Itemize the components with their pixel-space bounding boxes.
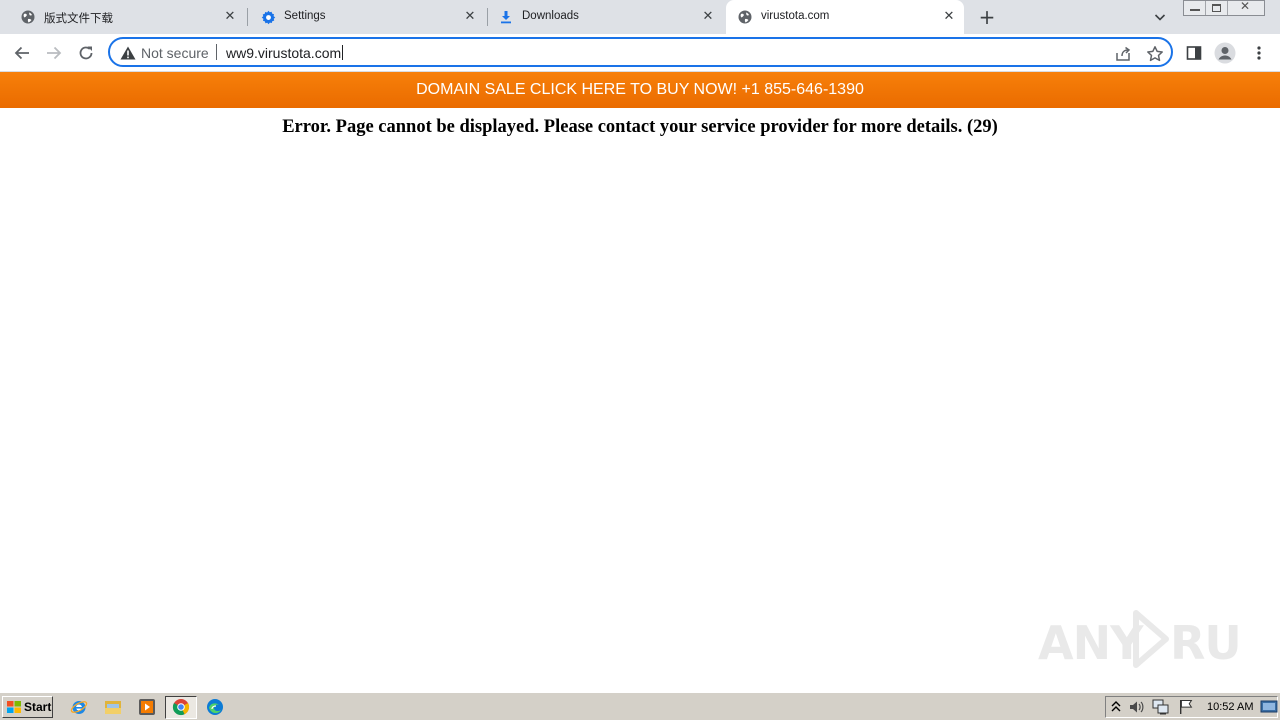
tab-title: Settings (284, 10, 326, 22)
new-tab-button[interactable]: + (978, 7, 996, 27)
profile-avatar-icon (1214, 42, 1236, 64)
tab-downloads[interactable]: Downloads ✕ (478, 0, 724, 34)
arrow-right-icon (47, 46, 62, 60)
tab-download-page[interactable]: 版式文件下载 ✕ (0, 0, 246, 34)
globe-icon (737, 9, 753, 25)
back-button[interactable] (11, 42, 33, 64)
chrome-icon[interactable] (172, 698, 190, 716)
globe-icon (20, 9, 36, 25)
arrow-left-icon (14, 46, 29, 60)
close-tab-icon[interactable]: ✕ (700, 9, 716, 25)
forward-button[interactable] (43, 42, 65, 64)
reload-button[interactable] (75, 42, 97, 64)
folder-icon[interactable] (104, 698, 122, 716)
tab-title: 版式文件下载 (44, 13, 113, 25)
edge-icon[interactable] (206, 698, 224, 716)
tab-search-chevron-down-icon[interactable] (1152, 9, 1168, 25)
close-tab-icon[interactable]: ✕ (941, 9, 957, 25)
profile-button[interactable] (1214, 42, 1236, 64)
media-player-icon[interactable] (138, 698, 156, 716)
gear-icon (260, 9, 276, 25)
svg-text:RUN: RUN (1170, 616, 1238, 670)
tab-strip: 版式文件下载 ✕ Settings ✕ Downloads ✕ virustot… (0, 0, 1280, 34)
windows-taskbar: Start 10:52 AM (0, 692, 1280, 720)
close-window-button[interactable]: ✕ (1228, 0, 1264, 15)
network-icon[interactable] (1152, 698, 1170, 716)
tab-virustota[interactable]: virustota.com ✕ (726, 0, 964, 34)
start-button[interactable]: Start (2, 696, 53, 718)
restore-button[interactable] (1206, 1, 1228, 15)
close-tab-icon[interactable]: ✕ (462, 9, 478, 25)
internet-explorer-icon[interactable] (70, 698, 88, 716)
volume-icon[interactable] (1128, 698, 1146, 716)
domain-sale-link[interactable]: DOMAIN SALE CLICK HERE TO BUY NOW! +1 85… (416, 81, 864, 99)
taskbar-clock[interactable]: 10:52 AM (1207, 701, 1253, 713)
tab-settings[interactable]: Settings ✕ (240, 0, 486, 34)
warning-triangle-icon[interactable] (120, 45, 136, 60)
anyrun-watermark-logo: ANY RUN (1038, 607, 1279, 671)
side-panel-icon (1186, 46, 1202, 60)
domain-sale-banner[interactable]: DOMAIN SALE CLICK HERE TO BUY NOW! +1 85… (0, 72, 1280, 108)
kebab-menu-icon (1257, 46, 1261, 60)
address-bar[interactable]: Not secure ww9.virustota.com (108, 37, 1173, 67)
browser-toolbar: Not secure ww9.virustota.com (0, 34, 1280, 72)
side-panel-button[interactable] (1183, 42, 1205, 64)
close-tab-icon[interactable]: ✕ (222, 9, 238, 25)
tab-title: virustota.com (761, 10, 830, 22)
reload-icon (79, 46, 93, 60)
tab-title: Downloads (522, 10, 579, 22)
omnibox-divider (216, 44, 217, 60)
security-status-label[interactable]: Not secure (141, 45, 209, 61)
url-text[interactable]: ww9.virustota.com (226, 45, 344, 61)
download-icon (498, 9, 514, 25)
window-controls: ✕ (1183, 0, 1265, 16)
windows-logo-icon (7, 701, 21, 713)
show-desktop-icon[interactable] (1260, 698, 1278, 716)
menu-button[interactable] (1248, 42, 1270, 64)
show-hidden-icons-chevron-up-icon[interactable] (1110, 698, 1122, 716)
bookmark-star-icon[interactable] (1146, 45, 1164, 63)
action-center-flag-icon[interactable] (1177, 698, 1195, 716)
start-label: Start (24, 700, 52, 714)
svg-text:ANY: ANY (1038, 616, 1144, 670)
minimize-button[interactable] (1184, 1, 1206, 15)
error-message: Error. Page cannot be displayed. Please … (282, 117, 998, 137)
share-icon[interactable] (1114, 45, 1132, 63)
